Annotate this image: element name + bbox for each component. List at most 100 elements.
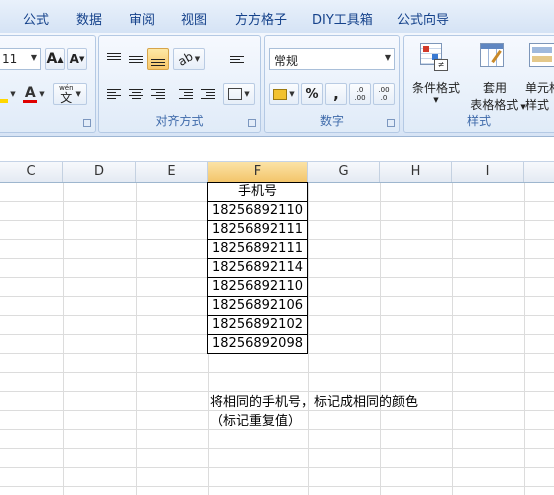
format-as-table-label-2: 表格格式	[470, 98, 519, 112]
increase-decimal-icon: .0 .00	[354, 86, 366, 102]
table-row[interactable]: 18256892110	[207, 201, 308, 221]
fill-color-button[interactable]: ▼	[0, 83, 17, 105]
number-format-value: 常规	[274, 54, 299, 68]
table-row[interactable]: 18256892102	[207, 315, 308, 335]
cell-styles-label-1: 单元格	[525, 81, 554, 95]
number-group-label: 数字	[319, 114, 344, 128]
alignment-group-label: 对齐方式	[155, 114, 204, 128]
column-header-g[interactable]: G	[308, 162, 380, 182]
styles-group: ≠ 条件格式 ▼ 套用 表格格式 ▼ 单元格 样式 样式	[403, 35, 554, 133]
conditional-formatting-icon: ≠	[420, 43, 448, 71]
wrap-text-button[interactable]	[225, 48, 249, 70]
format-as-table-icon	[480, 43, 512, 71]
alignment-dialog-launcher-icon[interactable]	[248, 119, 256, 127]
shrink-font-button[interactable]: A ▼	[67, 48, 87, 70]
cell-styles-button[interactable]: 单元格 样式	[522, 40, 554, 112]
font-size-combo[interactable]: 11 ▼	[0, 48, 41, 70]
align-left-icon	[107, 89, 121, 99]
cell-styles-label-2: 样式	[525, 98, 550, 112]
styles-group-label: 样式	[466, 114, 491, 128]
number-dialog-launcher-icon[interactable]	[387, 119, 395, 127]
note-text-line1[interactable]: 将相同的手机号，标记成相同的颜色	[210, 391, 418, 410]
comma-icon: ,	[333, 85, 339, 103]
column-header-partial[interactable]	[524, 162, 554, 182]
table-row[interactable]: 18256892111	[207, 220, 308, 240]
format-as-table-button[interactable]: 套用 表格格式 ▼	[466, 40, 526, 112]
chevron-down-icon: ▼	[433, 96, 439, 104]
decrease-decimal-button[interactable]: .00 .0	[373, 83, 395, 105]
formula-bar[interactable]	[0, 137, 554, 162]
currency-icon	[273, 88, 288, 100]
shrink-font-icon: A	[69, 52, 79, 66]
column-header-h[interactable]: H	[380, 162, 452, 182]
gridline	[0, 486, 554, 487]
table-row[interactable]: 18256892110	[207, 277, 308, 297]
font-dialog-launcher-icon[interactable]	[83, 119, 91, 127]
conditional-formatting-button[interactable]: ≠ 条件格式 ▼	[406, 40, 464, 112]
fill-color-icon	[0, 99, 9, 103]
tab-formula-wizard[interactable]: 公式向导	[397, 9, 449, 28]
align-middle-icon	[129, 55, 143, 63]
increase-decimal-button[interactable]: .0 .00	[349, 83, 371, 105]
number-group: 常规 ▼ ▼ % , .0 .00 .00 .0 数字	[264, 35, 400, 133]
tab-review[interactable]: 审阅	[129, 9, 155, 28]
font-color-button[interactable]: A ▼	[19, 83, 49, 105]
tab-data[interactable]: 数据	[76, 9, 102, 28]
merge-center-button[interactable]: ▼	[223, 83, 255, 105]
decrease-decimal-icon: .00 .0	[378, 86, 390, 102]
align-right-icon	[151, 89, 165, 99]
ribbon-tab-bar: 公式 数据 审阅 视图 方方格子 DIY工具箱 公式向导	[0, 0, 554, 34]
gridline	[0, 448, 554, 449]
column-header-f[interactable]: F	[208, 162, 308, 182]
chevron-down-icon: ▼	[30, 53, 37, 62]
merge-cells-icon	[228, 88, 243, 100]
orientation-button[interactable]: ab ▼	[173, 48, 205, 70]
accounting-format-button[interactable]: ▼	[269, 83, 299, 105]
gridline	[0, 372, 554, 373]
cell-styles-icon	[529, 43, 554, 71]
font-size-value: 11	[2, 52, 18, 66]
align-bottom-button[interactable]	[147, 48, 169, 70]
worksheet-grid[interactable]: C D E F G H I 手机号 18256892110 1825689211…	[0, 162, 554, 495]
align-top-button[interactable]	[103, 48, 125, 70]
grow-font-button[interactable]: A ▲	[45, 48, 65, 70]
align-right-button[interactable]	[147, 83, 169, 105]
table-row[interactable]: 18256892098	[207, 334, 308, 354]
comma-style-button[interactable]: ,	[325, 83, 347, 105]
decrease-indent-icon	[179, 89, 193, 99]
column-header-row: C D E F G H I	[0, 162, 554, 183]
number-format-combo[interactable]: 常规 ▼	[269, 48, 395, 70]
percent-style-button[interactable]: %	[301, 83, 323, 105]
tab-formulas[interactable]: 公式	[23, 9, 49, 28]
tab-diy-toolbox[interactable]: DIY工具箱	[312, 9, 373, 28]
font-color-icon: A	[23, 84, 38, 103]
column-header-d[interactable]: D	[63, 162, 136, 182]
format-as-table-label-1: 套用	[482, 81, 507, 95]
table-row[interactable]: 18256892111	[207, 239, 308, 259]
column-header-c[interactable]: C	[0, 162, 63, 182]
align-bottom-icon	[151, 58, 165, 66]
increase-indent-button[interactable]	[197, 83, 219, 105]
conditional-formatting-label: 条件格式	[411, 81, 460, 95]
note-text-line2[interactable]: （标记重复值）	[210, 410, 301, 429]
phonetic-guide-button[interactable]: wén 文 ▼	[53, 83, 87, 105]
phonetic-icon: wén 文	[59, 84, 74, 105]
tab-fangfang[interactable]: 方方格子	[235, 9, 287, 28]
grow-font-icon: A	[46, 51, 58, 67]
align-middle-button[interactable]	[125, 48, 147, 70]
align-left-button[interactable]	[103, 83, 125, 105]
alignment-group: ab ▼ ▼ 对齐方式	[98, 35, 261, 133]
column-header-e[interactable]: E	[136, 162, 208, 182]
align-top-icon	[107, 52, 121, 60]
decrease-indent-button[interactable]	[175, 83, 197, 105]
gridline	[0, 429, 554, 430]
table-row[interactable]: 18256892114	[207, 258, 308, 278]
table-row[interactable]: 18256892106	[207, 296, 308, 316]
chevron-down-icon: ▼	[384, 53, 391, 62]
gridline	[0, 467, 554, 468]
tab-view[interactable]: 视图	[181, 9, 207, 28]
column-header-i[interactable]: I	[452, 162, 524, 182]
align-center-icon	[129, 89, 143, 99]
align-center-button[interactable]	[125, 83, 147, 105]
table-header-cell[interactable]: 手机号	[207, 182, 308, 202]
